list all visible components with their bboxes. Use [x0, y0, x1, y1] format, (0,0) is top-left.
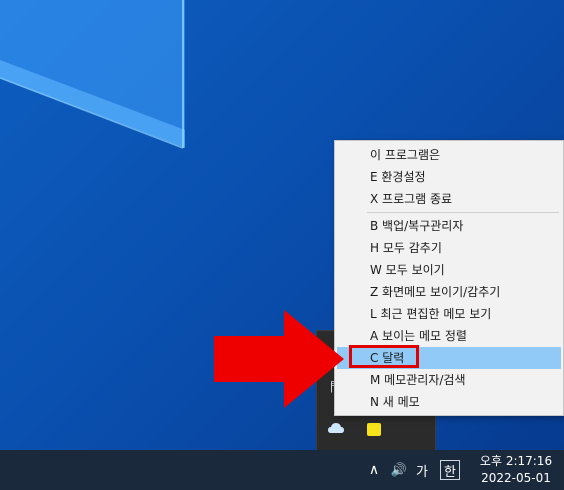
hangul-toggle[interactable]: 한	[440, 460, 460, 480]
clock-date: 2022-05-01	[481, 471, 551, 485]
menu-item-about[interactable]: 이 프로그램은	[337, 144, 561, 166]
menu-item-recent-memo[interactable]: L 최근 편집한 메모 보기	[337, 303, 561, 325]
clock-time: 오후 2:17:16	[479, 454, 553, 468]
sticky-memo-icon[interactable]	[367, 423, 381, 436]
ime-mode-indicator[interactable]: 가	[412, 460, 432, 480]
annotation-highlight-box	[349, 345, 419, 368]
taskbar: ∧ 🔊 가 한 오후 2:17:16 2022-05-01	[0, 450, 564, 490]
context-menu: 이 프로그램은 E 환경설정 X 프로그램 종료 B 백업/복구관리자 H 모두…	[334, 140, 564, 416]
menu-item-new-memo[interactable]: N 새 메모	[337, 391, 561, 413]
menu-item-backup[interactable]: B 백업/복구관리자	[337, 215, 561, 237]
menu-separator	[367, 212, 559, 213]
menu-item-settings[interactable]: E 환경설정	[337, 166, 561, 188]
annotation-arrow-icon	[214, 310, 344, 408]
windows-logo-light	[0, 0, 185, 149]
menu-item-hide-all[interactable]: H 모두 감추기	[337, 237, 561, 259]
menu-item-arrange-memos[interactable]: A 보이는 메모 정렬	[337, 325, 561, 347]
clock[interactable]: 오후 2:17:16 2022-05-01	[470, 453, 562, 489]
onedrive-cloud-icon[interactable]	[327, 421, 345, 435]
menu-item-toggle-screen-memo[interactable]: Z 화면메모 보이기/감추기	[337, 281, 561, 303]
menu-item-exit[interactable]: X 프로그램 종료	[337, 188, 561, 210]
show-hidden-icons-chevron-icon[interactable]: ∧	[366, 462, 382, 478]
menu-item-memo-manager[interactable]: M 메모관리자/검색	[337, 369, 561, 391]
menu-item-show-all[interactable]: W 모두 보이기	[337, 259, 561, 281]
volume-icon[interactable]: 🔊	[388, 461, 410, 479]
